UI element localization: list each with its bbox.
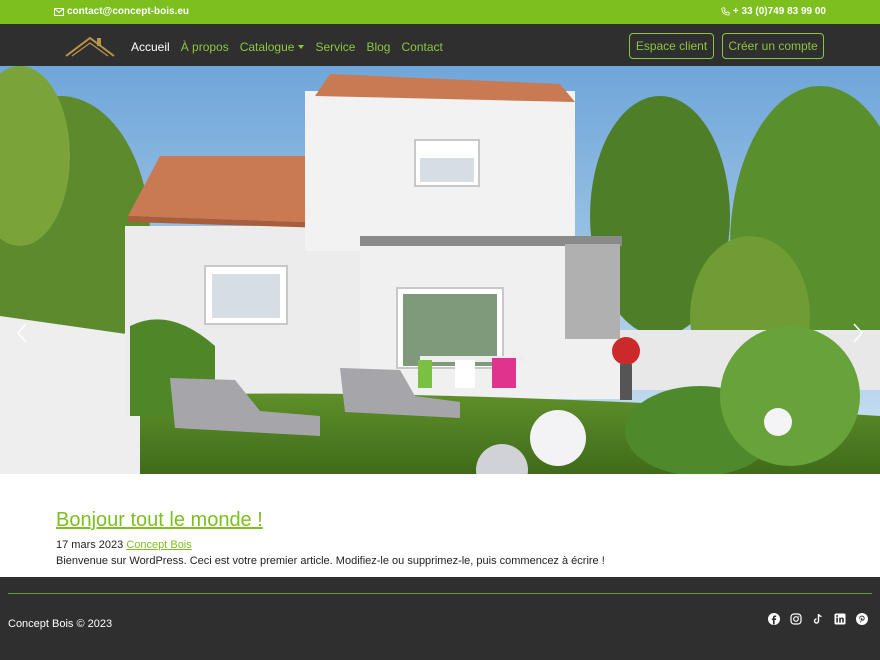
- nav-a-propos-label: À propos: [180, 40, 229, 54]
- instagram-icon[interactable]: [790, 612, 802, 625]
- social-links: [768, 612, 868, 625]
- nav-accueil-label: Accueil: [131, 40, 170, 54]
- post-date: 17 mars 2023: [56, 539, 124, 551]
- nav-catalogue[interactable]: Catalogue: [240, 40, 305, 54]
- espace-client-button[interactable]: Espace client: [629, 33, 714, 59]
- footer-copyright: Concept Bois © 2023: [8, 618, 113, 630]
- phone-icon: [721, 7, 730, 16]
- contact-email-text: contact@concept-bois.eu: [67, 6, 189, 17]
- nav-a-propos[interactable]: À propos: [181, 40, 229, 54]
- tiktok-icon[interactable]: [812, 612, 824, 624]
- pinterest-icon[interactable]: [856, 612, 868, 625]
- site-footer: Concept Bois © 2023: [0, 577, 880, 660]
- nav-accueil[interactable]: Accueil: [131, 40, 170, 54]
- post-title-link[interactable]: Bonjour tout le monde !: [56, 508, 263, 532]
- contact-phone-text: + 33 (0)749 83 99 00: [732, 6, 826, 17]
- nav-blog-label: Blog: [366, 40, 391, 54]
- contact-phone[interactable]: + 33 (0)749 83 99 00: [721, 6, 826, 17]
- nav-contact[interactable]: Contact: [401, 40, 442, 54]
- nav-contact-label: Contact: [401, 40, 443, 54]
- nav-blog[interactable]: Blog: [366, 40, 390, 54]
- post-author-link[interactable]: Concept Bois: [126, 539, 191, 551]
- post-excerpt: Bienvenue sur WordPress. Ceci est votre …: [56, 555, 605, 567]
- nav-service[interactable]: Service: [315, 40, 355, 54]
- top-contact-bar: contact@concept-bois.eu + 33 (0)749 83 9…: [0, 0, 880, 24]
- creer-compte-button[interactable]: Créer un compte: [722, 33, 824, 59]
- nav-service-label: Service: [315, 40, 356, 54]
- caret-down-icon: [298, 45, 305, 49]
- chevron-left-icon[interactable]: [10, 316, 34, 350]
- nav-links: Accueil À propos Catalogue Service Blog …: [131, 40, 454, 54]
- linkedin-icon[interactable]: [834, 612, 846, 625]
- nav-catalogue-label: Catalogue: [239, 40, 295, 54]
- envelope-icon: [54, 7, 64, 16]
- house-roof-logo[interactable]: [64, 34, 116, 58]
- footer-divider: [8, 593, 872, 594]
- main-navbar: Accueil À propos Catalogue Service Blog …: [0, 24, 880, 66]
- facebook-icon[interactable]: [768, 612, 780, 625]
- contact-email[interactable]: contact@concept-bois.eu: [54, 6, 189, 17]
- blog-post: Bonjour tout le monde ! 17 mars 2023 Con…: [56, 508, 816, 568]
- hero-carousel: [0, 66, 880, 474]
- house-garden-photo: [0, 66, 880, 474]
- chevron-right-icon[interactable]: [846, 316, 870, 350]
- post-meta: 17 mars 2023 Concept Bois: [56, 538, 816, 552]
